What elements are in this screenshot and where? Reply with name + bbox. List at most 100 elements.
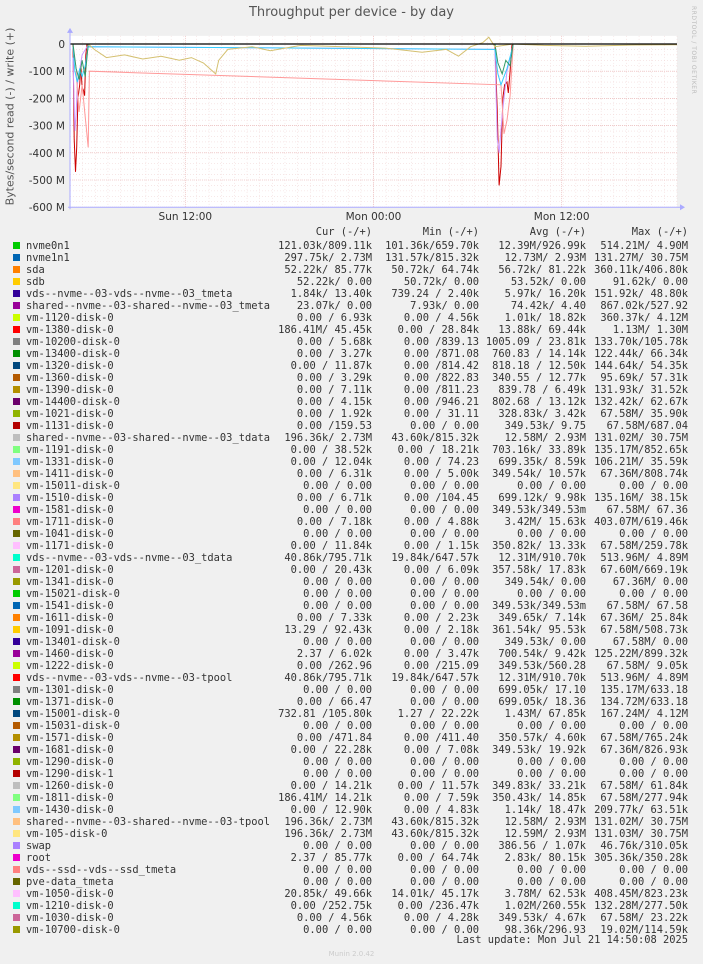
legend-device-name: shared--nvme--03-shared--nvme--03_tmeta [26,300,270,312]
legend-device-name: sda [26,264,45,276]
legend-max-value: 0.00 / 0.00 [619,480,688,492]
y-tick-label: -500 M [29,175,65,187]
legend-device-name: vm-105-disk-0 [26,828,108,840]
legend-min-value: 0.00 / 6.09k [403,564,479,576]
legend-swatch [13,422,20,429]
legend-avg-value: 760.83 / 14.14k [492,348,586,360]
legend-cur-value: 0.00 / 14.21k [290,780,372,792]
legend-max-value: 135.17M/633.18 [600,684,688,696]
legend-avg-value: 349.53k/ 4.67k [498,912,586,924]
legend-swatch [13,578,20,585]
legend-row: vm-1171-disk-0 0.00 / 11.84k 0.00 / 1.15k 3… [0,540,703,552]
y-tick-label: -600 M [29,202,65,214]
legend-row: sda 52.22k/ 85.77k 50.72k/ 64.74k 56.72k/ 8… [0,264,703,276]
legend-swatch [13,266,20,273]
legend-avg-value: 361.54k/ 95.53k [492,624,586,636]
legend-cur-value: 0.00 / 11.87k [290,360,372,372]
legend-min-value: 0.00 / 0.00 [410,684,479,696]
legend-row: vm-1411-disk-0 0.00 / 6.31k 0.00 / 5.00k 34… [0,468,703,480]
legend-row: vm-105-disk-0 196.36k/ 2.73M 43.60k/815.32… [0,828,703,840]
legend-swatch [13,818,20,825]
column-header-cur: Cur (-/+) [315,226,372,238]
legend-avg-value: 349.53k/349.53m [492,504,586,516]
legend-swatch [13,290,20,297]
legend-device-name: vm-1290-disk-0 [26,756,114,768]
legend-avg-value: 357.58k/ 17.83k [492,564,586,576]
legend-cur-value: 297.75k/ 2.73M [284,252,372,264]
legend-device-name: vm-1411-disk-0 [26,468,114,480]
legend-cur-value: 0.00 / 0.00 [303,576,372,588]
column-header-avg: Avg (-/+) [529,226,586,238]
plot-background [70,35,677,208]
legend-min-value: 0.00 / 7.59k [403,792,479,804]
legend-max-value: 514.21M/ 4.90M [600,240,688,252]
legend-device-name: pve-data_tmeta [26,876,114,888]
legend-row: vm-1581-disk-0 0.00 / 0.00 0.00 / 0.00 349.… [0,504,703,516]
legend-device-name: nvme1n1 [26,252,70,264]
legend-max-value: 106.21M/ 35.59k [594,456,688,468]
legend-device-name: vm-1331-disk-0 [26,456,114,468]
legend-row: vm-1320-disk-0 0.00 / 11.87k 0.00 /814.42 8… [0,360,703,372]
legend-row: nvme0n1 121.03k/809.11k 101.36k/659.70k 12.… [0,240,703,252]
legend-min-value: 0.00 /822.83 [403,372,479,384]
legend-max-value: 167.24M/ 4.12M [600,708,688,720]
legend-cur-value: 0.00 / 0.00 [303,924,372,936]
legend-swatch [13,530,20,537]
legend-swatch [13,842,20,849]
legend-cur-value: 13.29 / 92.43k [284,624,372,636]
legend-row: vm-15031-disk-0 0.00 / 0.00 0.00 / 0.00 0.0… [0,720,703,732]
legend-avg-value: 1.14k/ 18.47k [504,804,586,816]
legend-device-name: vm-1811-disk-0 [26,792,114,804]
legend-row: vm-1041-disk-0 0.00 / 0.00 0.00 / 0.00 0.00… [0,528,703,540]
legend-min-value: 739.24 / 2.40k [391,288,479,300]
legend-min-value: 0.00 /411.40 [403,732,479,744]
legend-avg-value: 802.68 / 13.12k [492,396,586,408]
legend-avg-value: 12.39M/926.99k [498,240,586,252]
legend-swatch [13,494,20,501]
legend-swatch [13,758,20,765]
legend-max-value: 46.76k/310.05k [600,840,688,852]
legend-cur-value: 0.00 / 4.15k [296,396,372,408]
legend-min-value: 0.00 / 4.88k [403,516,479,528]
legend-swatch [13,614,20,621]
legend-swatch [13,254,20,261]
legend-device-name: shared--nvme--03-shared--nvme--03-tpool [26,816,270,828]
legend-min-value: 1.27 / 22.22k [397,708,479,720]
legend-row: vm-1030-disk-0 0.00 / 4.56k 0.00 / 4.28k 34… [0,912,703,924]
legend-device-name: vds--nvme--03-vds--nvme--03_tdata [26,552,233,564]
legend-max-value: 133.70k/105.78k [594,336,688,348]
legend-cur-value: 0.00 /471.84 [296,732,372,744]
legend-swatch [13,806,20,813]
legend-max-value: 305.36k/350.28k [594,852,688,864]
legend-cur-value: 0.00 / 7.33k [296,612,372,624]
legend-max-value: 67.36M/ 25.84k [600,612,688,624]
legend-cur-value: 0.00 /262.96 [296,660,372,672]
legend-swatch [13,686,20,693]
legend-row: vm-1120-disk-0 0.00 / 6.93k 0.00 / 4.56k 1.… [0,312,703,324]
y-tick-label: -200 M [29,93,65,105]
legend-row: shared--nvme--03-shared--nvme--03_tdata 1… [0,432,703,444]
legend-row: vm-1611-disk-0 0.00 / 7.33k 0.00 / 2.23k 34… [0,612,703,624]
legend-device-name: vm-1571-disk-0 [26,732,114,744]
legend-min-value: 0.00 / 0.00 [410,636,479,648]
legend-row: vm-1091-disk-0 13.29 / 92.43k 0.00 / 2.18k… [0,624,703,636]
legend-row: vm-1191-disk-0 0.00 / 38.52k 0.00 / 18.21k… [0,444,703,456]
legend-device-name: vm-1091-disk-0 [26,624,114,636]
legend-device-name: vm-15031-disk-0 [26,720,120,732]
munin-version: Munin 2.0.42 [328,950,375,958]
legend-min-value: 50.72k/ 0.00 [403,276,479,288]
legend-swatch [13,698,20,705]
legend-max-value: 135.16M/ 38.15k [594,492,688,504]
legend-row: vm-1341-disk-0 0.00 / 0.00 0.00 / 0.00 349.… [0,576,703,588]
legend-cur-value: 0.00 / 0.00 [303,600,372,612]
legend-device-name: vm-1371-disk-0 [26,696,114,708]
legend-cur-value: 186.41M/ 14.21k [278,792,372,804]
legend-cur-value: 0.00 / 0.00 [303,636,372,648]
legend-min-value: 0.00 / 31.11 [403,408,479,420]
legend-avg-value: 3.78M/ 62.53k [504,888,586,900]
legend-avg-value: 13.88k/ 69.44k [498,324,586,336]
legend-avg-value: 12.59M/ 2.93M [504,828,586,840]
legend-avg-value: 839.78 / 6.49k [498,384,586,396]
legend-row: vm-1390-disk-0 0.00 / 7.11k 0.00 /811.23 83… [0,384,703,396]
legend-max-value: 91.62k/ 0.00 [612,276,688,288]
